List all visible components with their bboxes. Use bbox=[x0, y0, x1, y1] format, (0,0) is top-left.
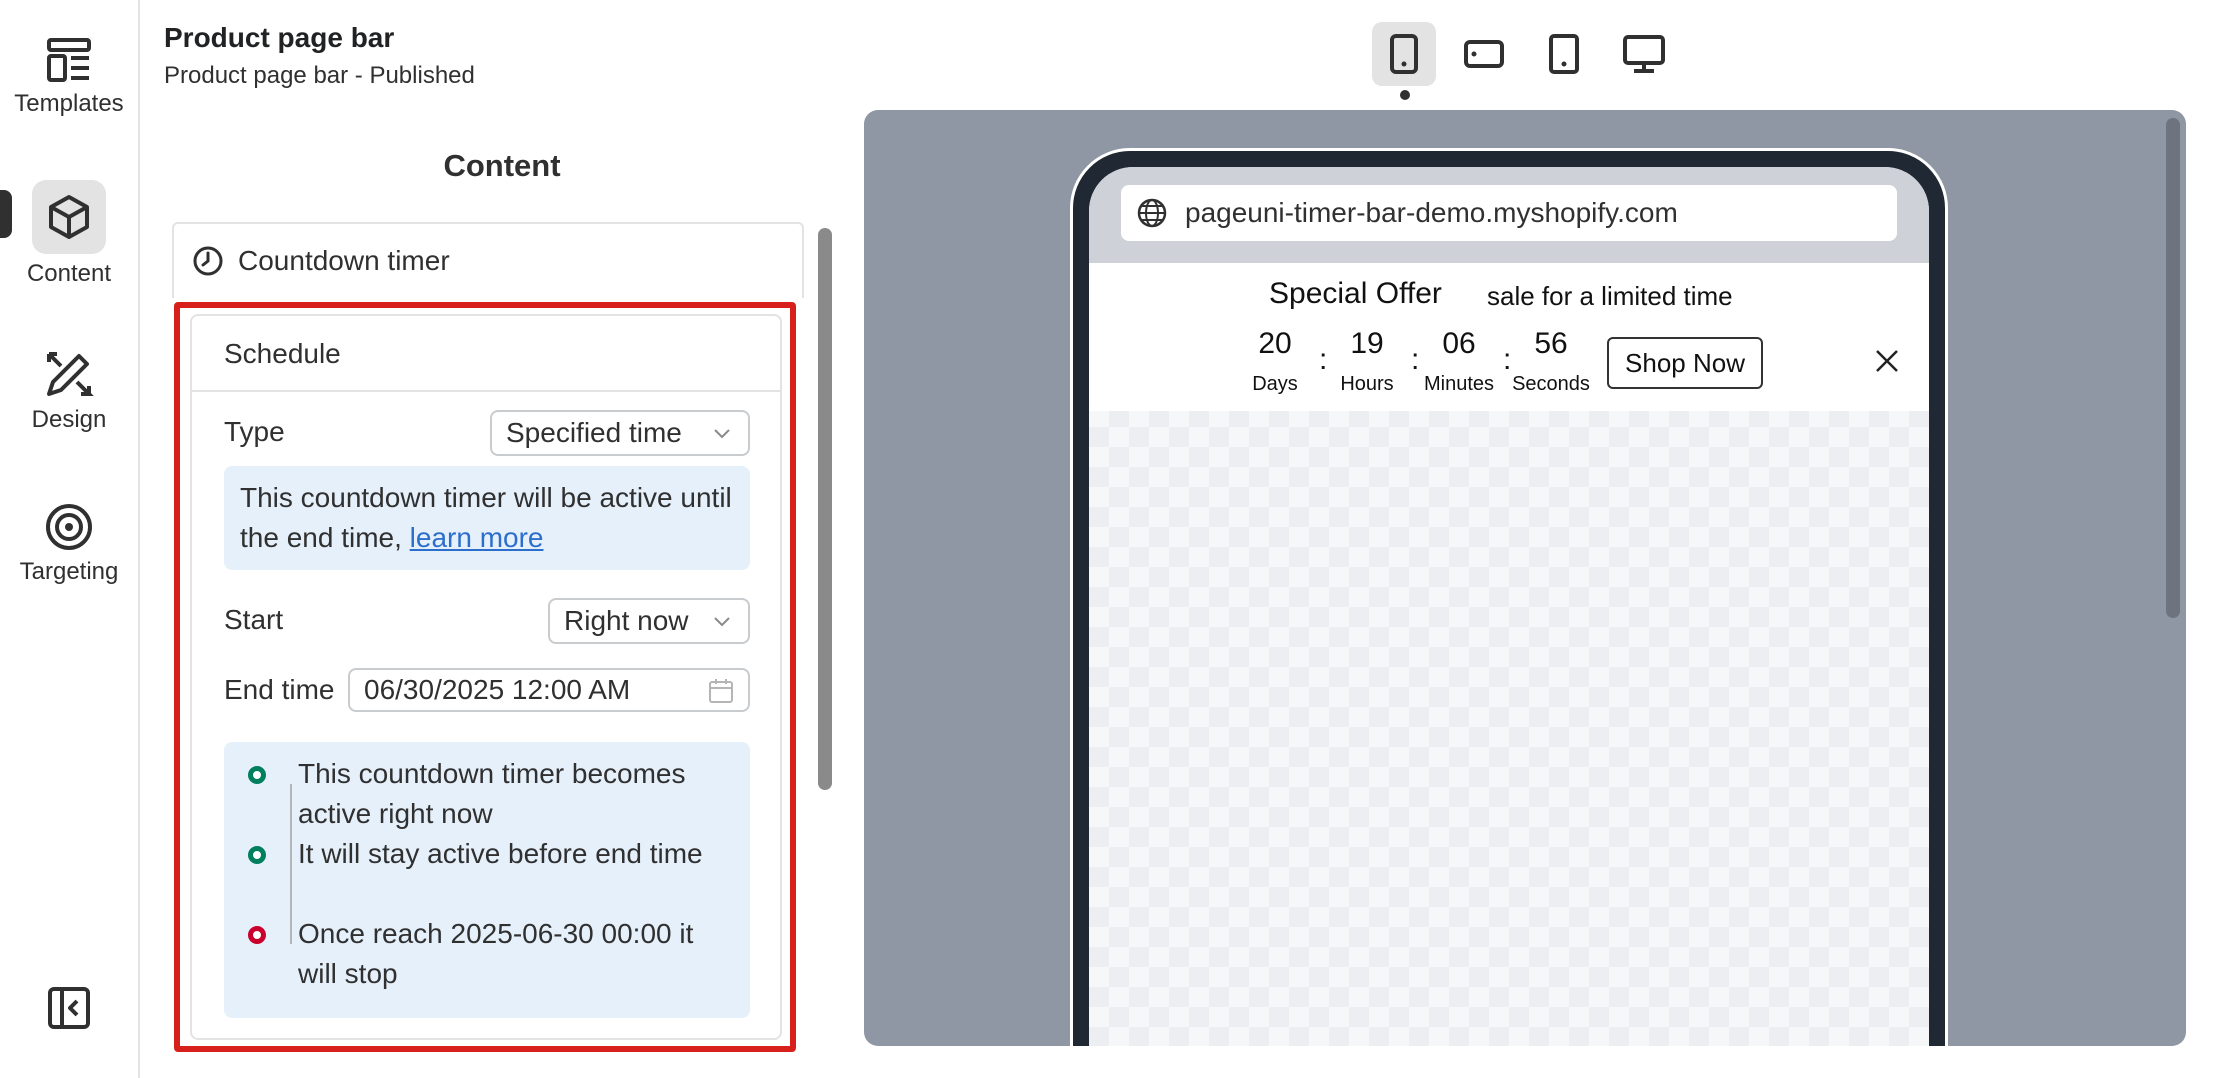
countdown-hours: 19 bbox=[1350, 327, 1384, 360]
countdown-timer-bar: Special Offer sale for a limited time 20… bbox=[1089, 263, 1929, 411]
card-title: Schedule bbox=[224, 338, 341, 369]
close-icon[interactable] bbox=[1873, 347, 1901, 375]
page-title: Product page bar bbox=[164, 22, 395, 53]
timeline-dot-start bbox=[248, 766, 266, 784]
device-mobile-landscape-button[interactable] bbox=[1452, 22, 1516, 86]
schedule-card: Schedule Type Specified time This countd… bbox=[190, 314, 782, 1040]
sidebar-collapse-icon bbox=[48, 987, 90, 1029]
start-select-value: Right now bbox=[564, 605, 689, 636]
active-device-indicator bbox=[1400, 90, 1410, 100]
page-subtitle: Product page bar - Published bbox=[164, 62, 475, 89]
countdown-days-label: Days bbox=[1252, 373, 1298, 395]
timeline-item-active: It will stay active before end time bbox=[298, 838, 703, 869]
offer-title: Special Offer bbox=[1269, 277, 1442, 310]
tablet-icon bbox=[1549, 34, 1579, 74]
mobile-icon bbox=[1390, 34, 1418, 74]
info-banner: This countdown timer will be active unti… bbox=[224, 466, 750, 570]
calendar-icon bbox=[709, 679, 733, 703]
preview-canvas: pageuni-timer-bar-demo.myshopify.com Spe… bbox=[864, 110, 2186, 1046]
rail-item-design[interactable]: Design bbox=[0, 348, 138, 434]
end-time-value: 06/30/2025 12:00 AM bbox=[364, 674, 631, 705]
device-mobile-button[interactable] bbox=[1372, 22, 1436, 86]
countdown-timer-section[interactable]: Countdown timer bbox=[172, 222, 804, 298]
type-label: Type bbox=[224, 416, 285, 447]
countdown-seconds-label: Seconds bbox=[1512, 373, 1590, 395]
start-label: Start bbox=[224, 604, 284, 635]
end-time-label: End time bbox=[224, 674, 335, 705]
card-divider bbox=[192, 390, 780, 392]
countdown-minutes-label: Minutes bbox=[1423, 373, 1495, 395]
phone-screen: pageuni-timer-bar-demo.myshopify.com Spe… bbox=[1089, 167, 1929, 1046]
mobile-landscape-icon bbox=[1464, 40, 1504, 68]
timeline-dot-active bbox=[248, 846, 266, 864]
device-tablet-button[interactable] bbox=[1532, 22, 1596, 86]
countdown-seconds: 56 bbox=[1534, 327, 1568, 360]
browser-bar: pageuni-timer-bar-demo.myshopify.com bbox=[1089, 167, 1929, 263]
cube-icon bbox=[49, 195, 89, 239]
section-title: Countdown timer bbox=[238, 245, 450, 276]
panel-scrollbar[interactable] bbox=[818, 228, 832, 790]
templates-icon bbox=[47, 38, 91, 82]
chevron-down-icon bbox=[714, 617, 730, 627]
rail-item-templates[interactable]: Templates bbox=[0, 36, 138, 118]
type-select-value: Specified time bbox=[506, 417, 682, 448]
clock-icon bbox=[193, 246, 223, 276]
timeline-line bbox=[290, 784, 292, 944]
offer-subtitle: sale for a limited time bbox=[1487, 281, 1733, 311]
type-select[interactable]: Specified time bbox=[490, 410, 750, 456]
countdown-hours-label: Hours bbox=[1340, 373, 1394, 395]
learn-more-link[interactable]: learn more bbox=[410, 522, 544, 553]
desktop-icon bbox=[1623, 35, 1665, 73]
collapse-sidebar-button[interactable] bbox=[47, 986, 91, 1035]
url-text: pageuni-timer-bar-demo.myshopify.com bbox=[1185, 197, 1678, 228]
design-icon bbox=[47, 352, 94, 396]
rail-label-design: Design bbox=[31, 406, 107, 433]
timeline-dot-stop bbox=[248, 926, 266, 944]
shop-now-button[interactable]: Shop Now bbox=[1607, 337, 1763, 389]
left-rail: Templates Content Design Targeting bbox=[0, 0, 140, 1078]
rail-item-content[interactable]: Content bbox=[0, 180, 138, 288]
panel-heading: Content bbox=[443, 148, 561, 183]
globe-icon bbox=[1137, 198, 1167, 228]
target-icon bbox=[46, 504, 92, 550]
chevron-down-icon bbox=[714, 429, 730, 439]
countdown-days: 20 bbox=[1258, 327, 1292, 360]
address-bar[interactable]: pageuni-timer-bar-demo.myshopify.com bbox=[1121, 185, 1897, 241]
rail-label-content: Content bbox=[26, 260, 112, 287]
preview-scrollbar[interactable] bbox=[2166, 118, 2180, 618]
countdown-minutes: 06 bbox=[1442, 327, 1476, 360]
schedule-timeline: This countdown timer becomes active righ… bbox=[224, 742, 750, 1018]
timeline-item-stop: Once reach 2025-06-30 00:00 it will stop bbox=[298, 918, 694, 989]
end-time-field[interactable]: 06/30/2025 12:00 AM bbox=[348, 668, 750, 712]
timeline-item-start: This countdown timer becomes active righ… bbox=[298, 758, 686, 829]
phone-frame: pageuni-timer-bar-demo.myshopify.com Spe… bbox=[1070, 148, 1948, 1046]
rail-item-targeting[interactable]: Targeting bbox=[0, 502, 138, 586]
device-desktop-button[interactable] bbox=[1612, 22, 1676, 86]
start-select[interactable]: Right now bbox=[548, 598, 750, 644]
rail-label-templates: Templates bbox=[14, 90, 124, 117]
rail-label-targeting: Targeting bbox=[19, 558, 119, 585]
